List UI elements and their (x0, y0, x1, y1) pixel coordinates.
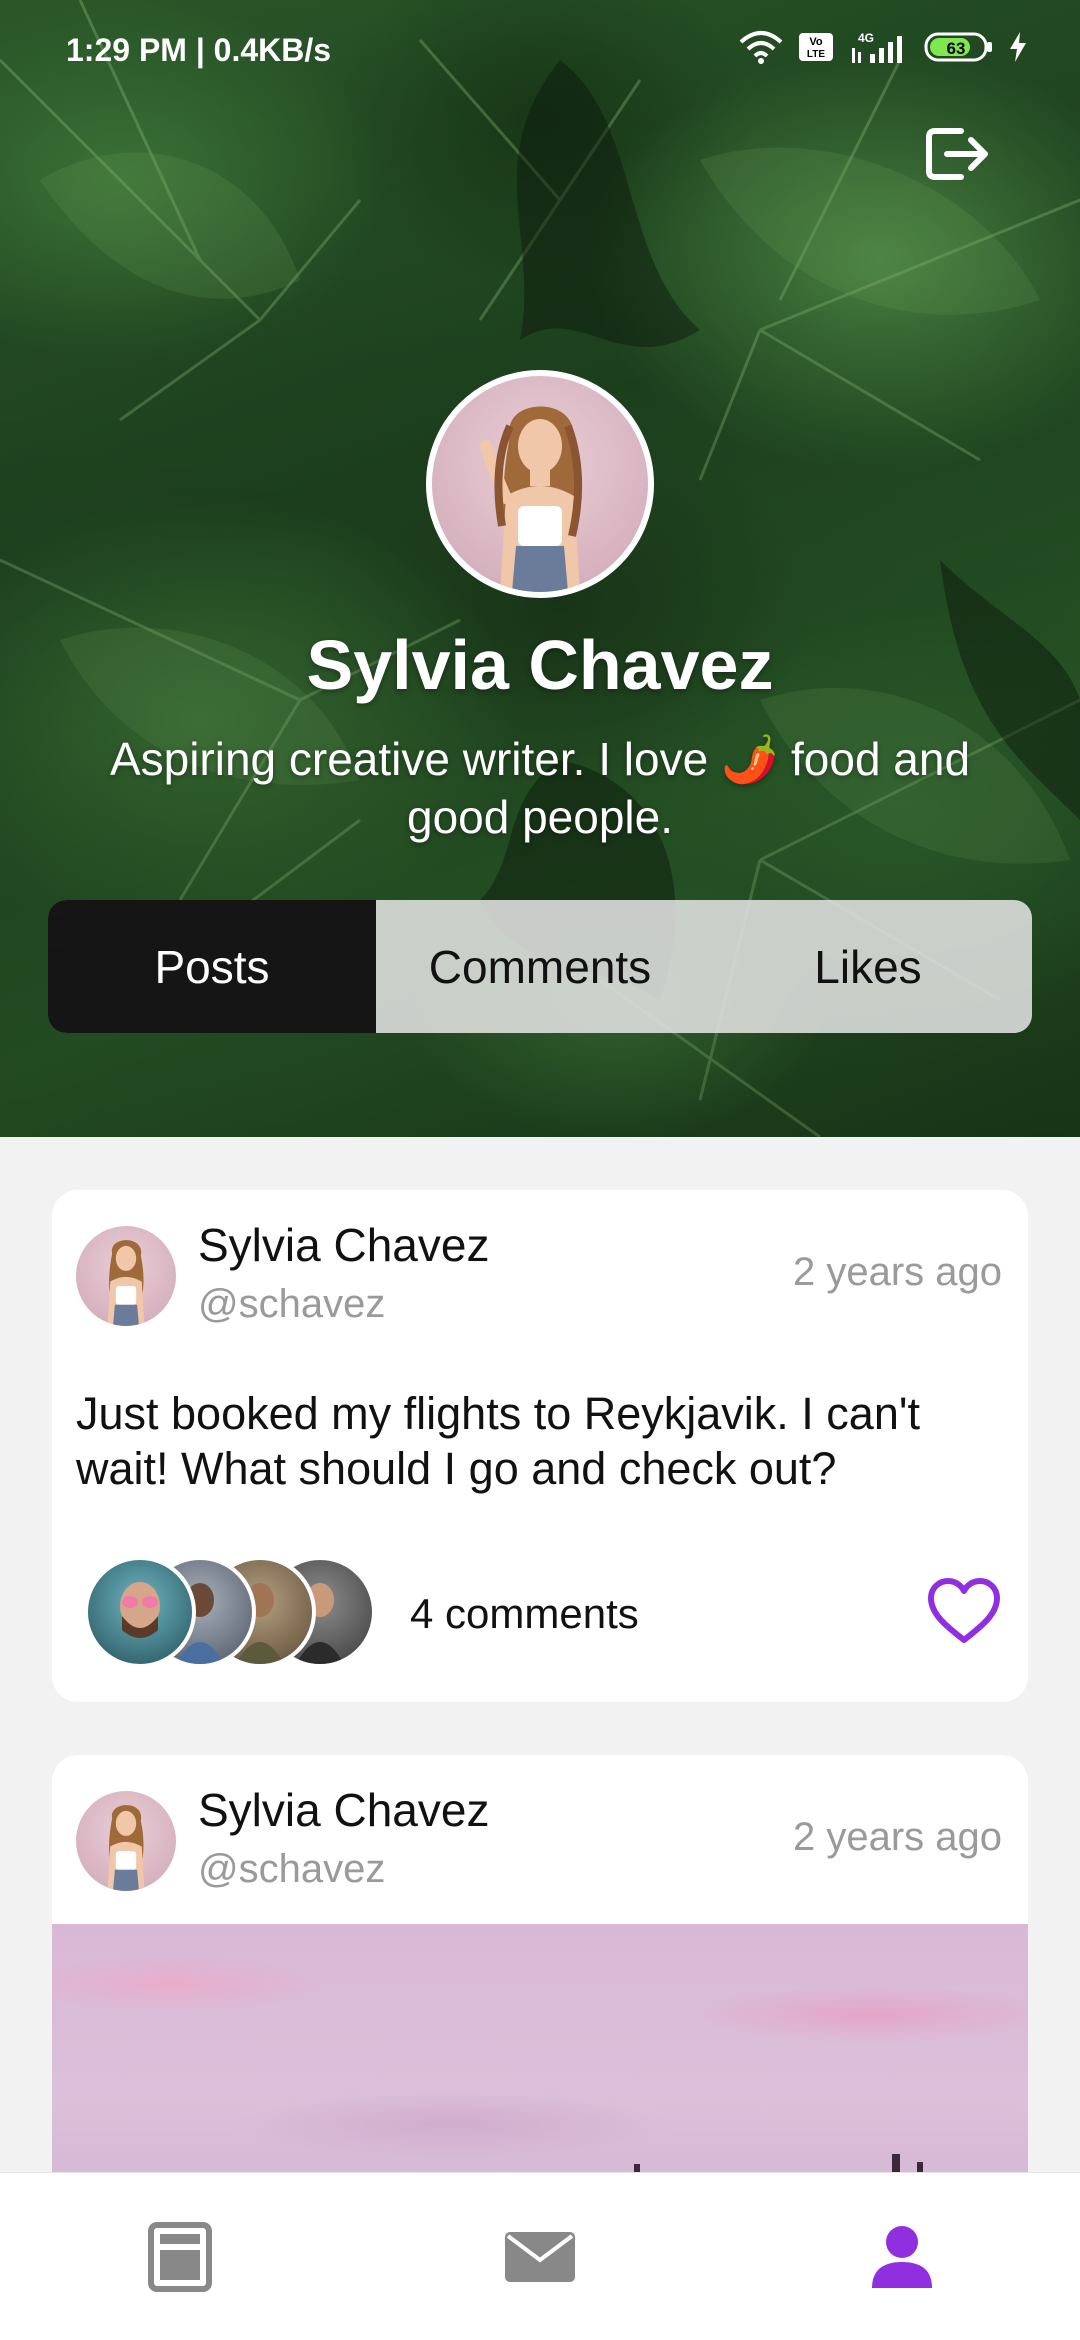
profile-avatar[interactable] (426, 370, 654, 598)
logout-icon (926, 128, 988, 180)
post-text: Just booked my flights to Reykjavik. I c… (76, 1388, 920, 1494)
feed-icon (148, 2222, 212, 2292)
author-photo (107, 1240, 145, 1326)
bottom-navigation (0, 2172, 1080, 2340)
svg-text:Vo: Vo (809, 36, 823, 48)
post-card[interactable]: Sylvia Chavez @schavez 2 years ago Just … (52, 1190, 1028, 1702)
commenter-avatars[interactable] (84, 1556, 384, 1668)
comments-count[interactable]: 4 comments (410, 1590, 639, 1638)
status-icons: Vo LTE 4G 63 (738, 30, 1028, 64)
post-author-name[interactable]: Sylvia Chavez (198, 1783, 489, 1837)
nav-profile[interactable] (862, 2217, 942, 2297)
profile-tabs: Posts Comments Likes (48, 900, 1032, 1033)
signal-4g-icon: 4G (852, 31, 902, 63)
post-timestamp: 2 years ago (792, 1250, 1002, 1294)
charging-icon (1010, 32, 1026, 62)
post-author-name[interactable]: Sylvia Chavez (198, 1218, 489, 1272)
profile-icon (872, 2226, 932, 2288)
status-time: 1:29 PM | 0.4KB/s (66, 32, 332, 68)
heart-icon (928, 1578, 1000, 1643)
tab-comments[interactable]: Comments (376, 900, 704, 1033)
logout-button[interactable] (922, 118, 994, 190)
post-author-avatar[interactable] (76, 1226, 176, 1326)
post-author-handle[interactable]: @schavez (198, 1847, 385, 1892)
tab-posts[interactable]: Posts (48, 900, 376, 1033)
post-author-handle[interactable]: @schavez (198, 1282, 385, 1327)
battery-level: 63 (947, 39, 966, 58)
author-photo (107, 1805, 145, 1891)
tab-likes[interactable]: Likes (704, 900, 1032, 1033)
svg-text:4G: 4G (858, 31, 874, 45)
nav-feed[interactable] (140, 2217, 220, 2297)
commenter-avatar (84, 1556, 196, 1668)
profile-photo (480, 406, 583, 592)
profile-name: Sylvia Chavez (306, 626, 774, 704)
post-timestamp: 2 years ago (792, 1815, 1002, 1859)
like-button[interactable] (926, 1576, 1002, 1646)
nav-messages[interactable] (500, 2217, 580, 2297)
battery-icon: 63 (924, 32, 992, 62)
svg-text:LTE: LTE (807, 49, 825, 60)
wifi-icon (739, 31, 783, 64)
volte-icon: Vo LTE (799, 33, 833, 61)
status-bar: 1:29 PM | 0.4KB/s Vo LTE 4G 63 (0, 0, 1080, 100)
profile-bio: Aspiring creative writer. I love 🌶️ food… (109, 733, 971, 843)
post-author-avatar[interactable] (76, 1791, 176, 1891)
mail-icon (505, 2232, 575, 2282)
